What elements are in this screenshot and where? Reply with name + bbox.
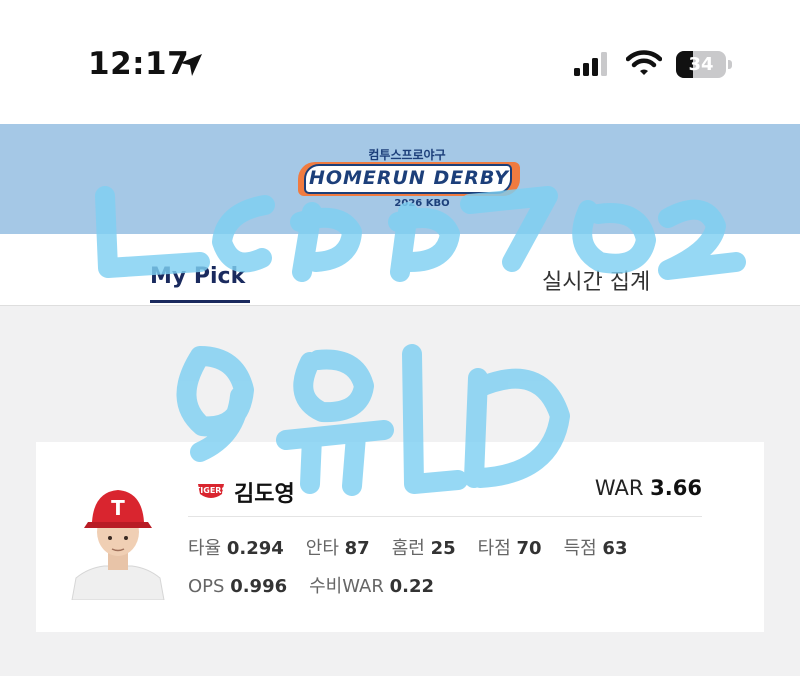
stat-value: 87 <box>344 538 370 559</box>
wifi-icon <box>626 50 662 75</box>
player-card[interactable]: T TIGERS 김도영 WAR 3.66 타율 0.294 안타 87 홈런 25… <box>36 442 764 632</box>
svg-text:TIGERS: TIGERS <box>196 486 226 495</box>
stat-label: 수비WAR <box>309 576 384 597</box>
stat-value: 70 <box>516 538 542 559</box>
stats-row-primary: 타율 0.294 안타 87 홈런 25 타점 70 득점 63 <box>188 534 649 560</box>
card-divider <box>188 516 702 517</box>
stat-runs: 득점 63 <box>564 534 628 560</box>
stat-label: OPS <box>188 576 225 597</box>
status-bar: 12:17 34 <box>0 0 800 124</box>
battery-icon: 34 <box>676 51 726 78</box>
tab-my-pick[interactable]: My Pick <box>150 264 245 289</box>
logo-top-text: 컴투스프로야구 <box>368 148 446 162</box>
stats-row-secondary: OPS 0.996 수비WAR 0.22 <box>188 572 456 598</box>
stat-value: 25 <box>430 538 456 559</box>
location-arrow-icon <box>180 54 202 76</box>
logo-sub-text: 2026 KBO <box>394 198 450 209</box>
stat-hits: 안타 87 <box>306 534 370 560</box>
stat-label: 타점 <box>477 538 511 559</box>
logo-main-text: HOMERUN DERBY <box>308 167 510 189</box>
active-tab-indicator <box>150 300 250 303</box>
stat-value: 0.294 <box>226 538 284 559</box>
war-label: WAR <box>594 476 644 500</box>
homerun-derby-logo: 컴투스프로야구 HOMERUN DERBY 2026 KBO <box>292 146 522 218</box>
player-photo: T <box>68 482 168 600</box>
player-name: 김도영 <box>234 482 295 507</box>
stat-label: 안타 <box>305 538 339 559</box>
stat-value: 0.22 <box>389 576 435 597</box>
battery-level-text: 34 <box>688 54 714 75</box>
stat-defensive-war: 수비WAR 0.22 <box>309 572 434 598</box>
svg-text:T: T <box>111 496 125 520</box>
stat-value: 0.996 <box>230 576 288 597</box>
cellular-signal-icon <box>574 52 607 76</box>
stat-value: 63 <box>602 538 628 559</box>
stat-label: 득점 <box>563 538 597 559</box>
stat-rbi: 타점 70 <box>478 534 542 560</box>
war-summary: WAR 3.66 <box>595 476 702 500</box>
scribble-stroke <box>293 349 374 423</box>
stat-label: 홈런 <box>391 538 425 559</box>
tab-bar: My Pick 실시간 집계 <box>0 234 800 306</box>
stat-label: 타율 <box>188 538 222 559</box>
stat-home-runs: 홈런 25 <box>392 534 456 560</box>
stat-batting-average: 타율 0.294 <box>188 534 284 560</box>
status-time: 12:17 <box>88 46 190 82</box>
tab-realtime-tally[interactable]: 실시간 집계 <box>542 264 650 296</box>
battery-cap <box>728 60 732 69</box>
scribble-stroke <box>176 346 254 462</box>
war-value: 3.66 <box>650 476 702 500</box>
stat-ops: OPS 0.996 <box>188 576 287 597</box>
tigers-logo-icon: TIGERS <box>196 484 226 498</box>
